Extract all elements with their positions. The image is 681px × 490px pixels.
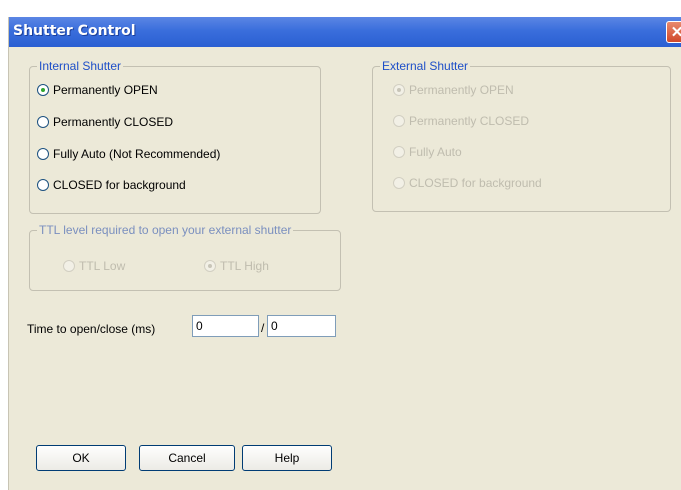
external-permanently-closed-radio[interactable]: Permanently CLOSED <box>393 114 529 128</box>
radio-circle <box>393 115 405 127</box>
time-to-open-close-label: Time to open/close (ms) <box>27 322 156 336</box>
radio-label: Fully Auto <box>409 145 462 159</box>
ttl-high-radio[interactable]: TTL High <box>204 259 269 273</box>
ttl-low-radio[interactable]: TTL Low <box>63 259 125 273</box>
window-title: Shutter Control <box>13 23 136 39</box>
close-button[interactable]: ✕ <box>666 21 681 43</box>
external-permanently-open-radio[interactable]: Permanently OPEN <box>393 83 514 97</box>
ttl-level-legend: TTL level required to open your external… <box>37 223 294 237</box>
internal-shutter-legend: Internal Shutter <box>37 59 124 73</box>
internal-shutter-group: Internal Shutter Permanently OPEN Perman… <box>29 59 321 214</box>
ttl-level-group: TTL level required to open your external… <box>29 223 341 291</box>
radio-circle <box>63 260 75 272</box>
radio-label: TTL Low <box>79 259 126 273</box>
internal-permanently-closed-radio[interactable]: Permanently CLOSED <box>37 115 173 129</box>
time-separator: / <box>261 321 265 335</box>
ok-button[interactable]: OK <box>36 445 126 471</box>
radio-label: TTL High <box>220 259 269 273</box>
open-time-input[interactable]: 0 <box>192 315 259 337</box>
radio-label: Permanently CLOSED <box>53 115 174 129</box>
radio-circle <box>37 148 49 160</box>
external-closed-for-background-radio[interactable]: CLOSED for background <box>393 176 542 190</box>
radio-circle <box>393 84 405 96</box>
external-shutter-group: External Shutter Permanently OPEN Perman… <box>372 59 671 212</box>
internal-permanently-open-radio[interactable]: Permanently OPEN <box>37 83 158 97</box>
radio-circle <box>37 179 49 191</box>
close-time-input[interactable]: 0 <box>267 315 336 337</box>
radio-label: CLOSED for background <box>53 178 186 192</box>
radio-label: CLOSED for background <box>409 176 542 190</box>
internal-fully-auto-radio[interactable]: Fully Auto (Not Recommended) <box>37 147 220 161</box>
radio-circle <box>393 177 405 189</box>
radio-label: Permanently CLOSED <box>409 114 530 128</box>
cancel-button[interactable]: Cancel <box>139 445 235 471</box>
radio-label: Permanently OPEN <box>409 83 514 97</box>
radio-circle <box>37 116 49 128</box>
radio-circle <box>204 260 216 272</box>
external-fully-auto-radio[interactable]: Fully Auto <box>393 145 462 159</box>
radio-label: Permanently OPEN <box>53 83 158 97</box>
title-bar[interactable]: Shutter Control ✕ <box>9 17 681 47</box>
close-icon: ✕ <box>670 24 681 41</box>
internal-closed-for-background-radio[interactable]: CLOSED for background <box>37 178 186 192</box>
shutter-control-dialog: Shutter Control ✕ Internal Shutter Perma… <box>8 17 681 490</box>
radio-circle <box>393 146 405 158</box>
help-button[interactable]: Help <box>242 445 332 471</box>
external-shutter-legend: External Shutter <box>380 59 471 73</box>
radio-circle <box>37 84 49 96</box>
radio-label: Fully Auto (Not Recommended) <box>53 147 221 161</box>
